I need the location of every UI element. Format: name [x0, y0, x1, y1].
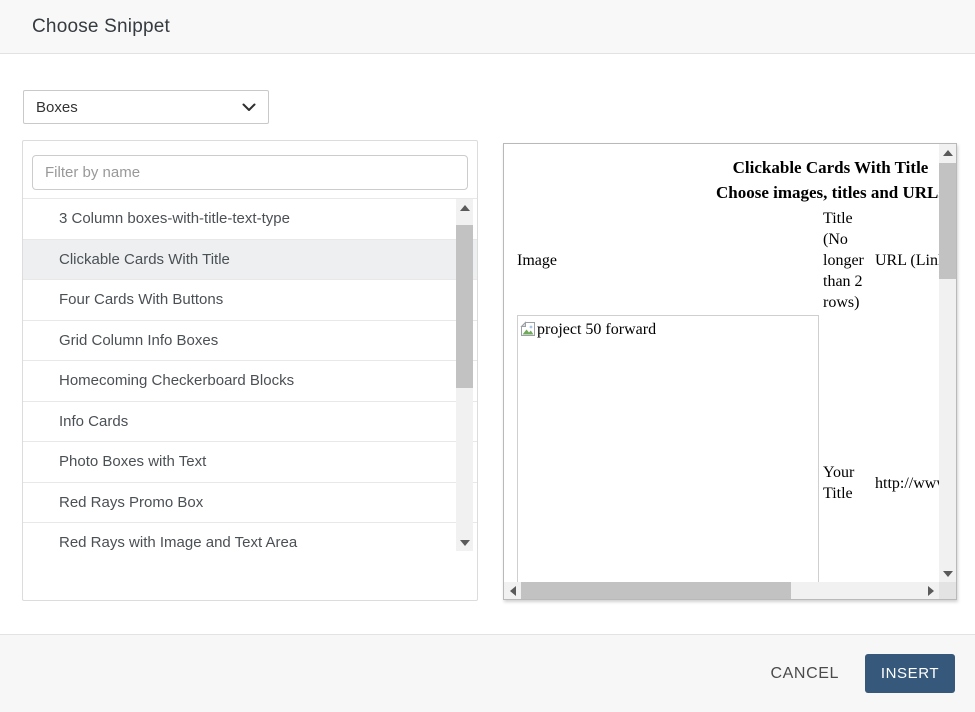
snippet-category-select[interactable]: Boxes	[23, 90, 269, 124]
dialog-footer: CANCEL INSERT	[0, 634, 975, 712]
scroll-right-icon[interactable]	[922, 582, 939, 599]
scroll-down-icon[interactable]	[939, 565, 956, 582]
preview-vscrollbar-thumb[interactable]	[939, 163, 956, 279]
snippet-list-item[interactable]: Photo Boxes with Text	[23, 442, 477, 483]
scroll-left-icon[interactable]	[504, 582, 521, 599]
snippet-list-panel: 3 Column boxes-with-title-text-type Clic…	[22, 140, 478, 601]
snippet-list-item[interactable]: 3 Column boxes-with-title-text-type	[23, 199, 477, 240]
snippet-list-item[interactable]: Red Rays Promo Box	[23, 483, 477, 524]
list-scrollbar-thumb[interactable]	[456, 225, 473, 388]
scroll-down-icon[interactable]	[456, 534, 473, 551]
insert-button[interactable]: INSERT	[865, 654, 955, 693]
snippet-preview-document: Clickable Cards With Title Choose images…	[504, 144, 939, 582]
preview-heading: Clickable Cards With Title	[517, 158, 939, 178]
cancel-button[interactable]: CANCEL	[768, 657, 841, 691]
snippet-preview-panel: Clickable Cards With Title Choose images…	[503, 143, 957, 600]
dialog-header: Choose Snippet	[0, 0, 975, 54]
preview-col-header-title: Title (No longer than 2 rows)	[823, 207, 875, 314]
preview-col-header-url: URL (Link	[875, 207, 939, 314]
preview-horizontal-scrollbar[interactable]	[504, 582, 939, 599]
preview-url-cell: http://www	[875, 314, 939, 582]
preview-image-placeholder: project 50 forward	[517, 315, 819, 582]
snippet-list-item[interactable]: Homecoming Checkerboard Blocks	[23, 361, 477, 402]
list-vertical-scrollbar[interactable]	[456, 199, 473, 551]
filter-input[interactable]	[32, 155, 468, 190]
preview-image-alt-text: project 50 forward	[537, 321, 656, 338]
preview-table: Image Title (No longer than 2 rows) URL …	[517, 207, 939, 582]
snippet-list-item[interactable]: Grid Column Info Boxes	[23, 321, 477, 362]
selected-category-label: Boxes	[36, 99, 242, 116]
chevron-down-icon	[242, 103, 256, 112]
snippet-list-item[interactable]: Four Cards With Buttons	[23, 280, 477, 321]
choose-snippet-dialog: Choose Snippet Boxes 3 Column boxes-with…	[0, 0, 975, 712]
preview-subheading: Choose images, titles and URLs	[517, 183, 939, 203]
scroll-up-icon[interactable]	[939, 144, 956, 161]
preview-vertical-scrollbar[interactable]	[939, 144, 956, 582]
broken-image-icon	[520, 321, 536, 337]
preview-hscrollbar-thumb[interactable]	[521, 582, 791, 599]
snippet-list-item[interactable]: Info Cards	[23, 402, 477, 443]
snippet-list-item[interactable]: Red Rays with Image and Text Area	[23, 523, 477, 551]
scroll-up-icon[interactable]	[456, 199, 473, 216]
preview-col-header-image: Image	[517, 207, 823, 314]
scrollbar-corner	[939, 582, 956, 599]
snippet-list-item-selected[interactable]: Clickable Cards With Title	[23, 240, 477, 281]
snippet-preview-viewport: Clickable Cards With Title Choose images…	[504, 144, 939, 582]
page-title: Choose Snippet	[32, 16, 170, 38]
snippet-list: 3 Column boxes-with-title-text-type Clic…	[23, 198, 477, 551]
preview-title-cell: Your Title	[823, 314, 875, 582]
preview-table-header-row: Image Title (No longer than 2 rows) URL …	[517, 207, 939, 314]
preview-table-data-row: project 50 forward Your Title http://www	[517, 314, 939, 582]
